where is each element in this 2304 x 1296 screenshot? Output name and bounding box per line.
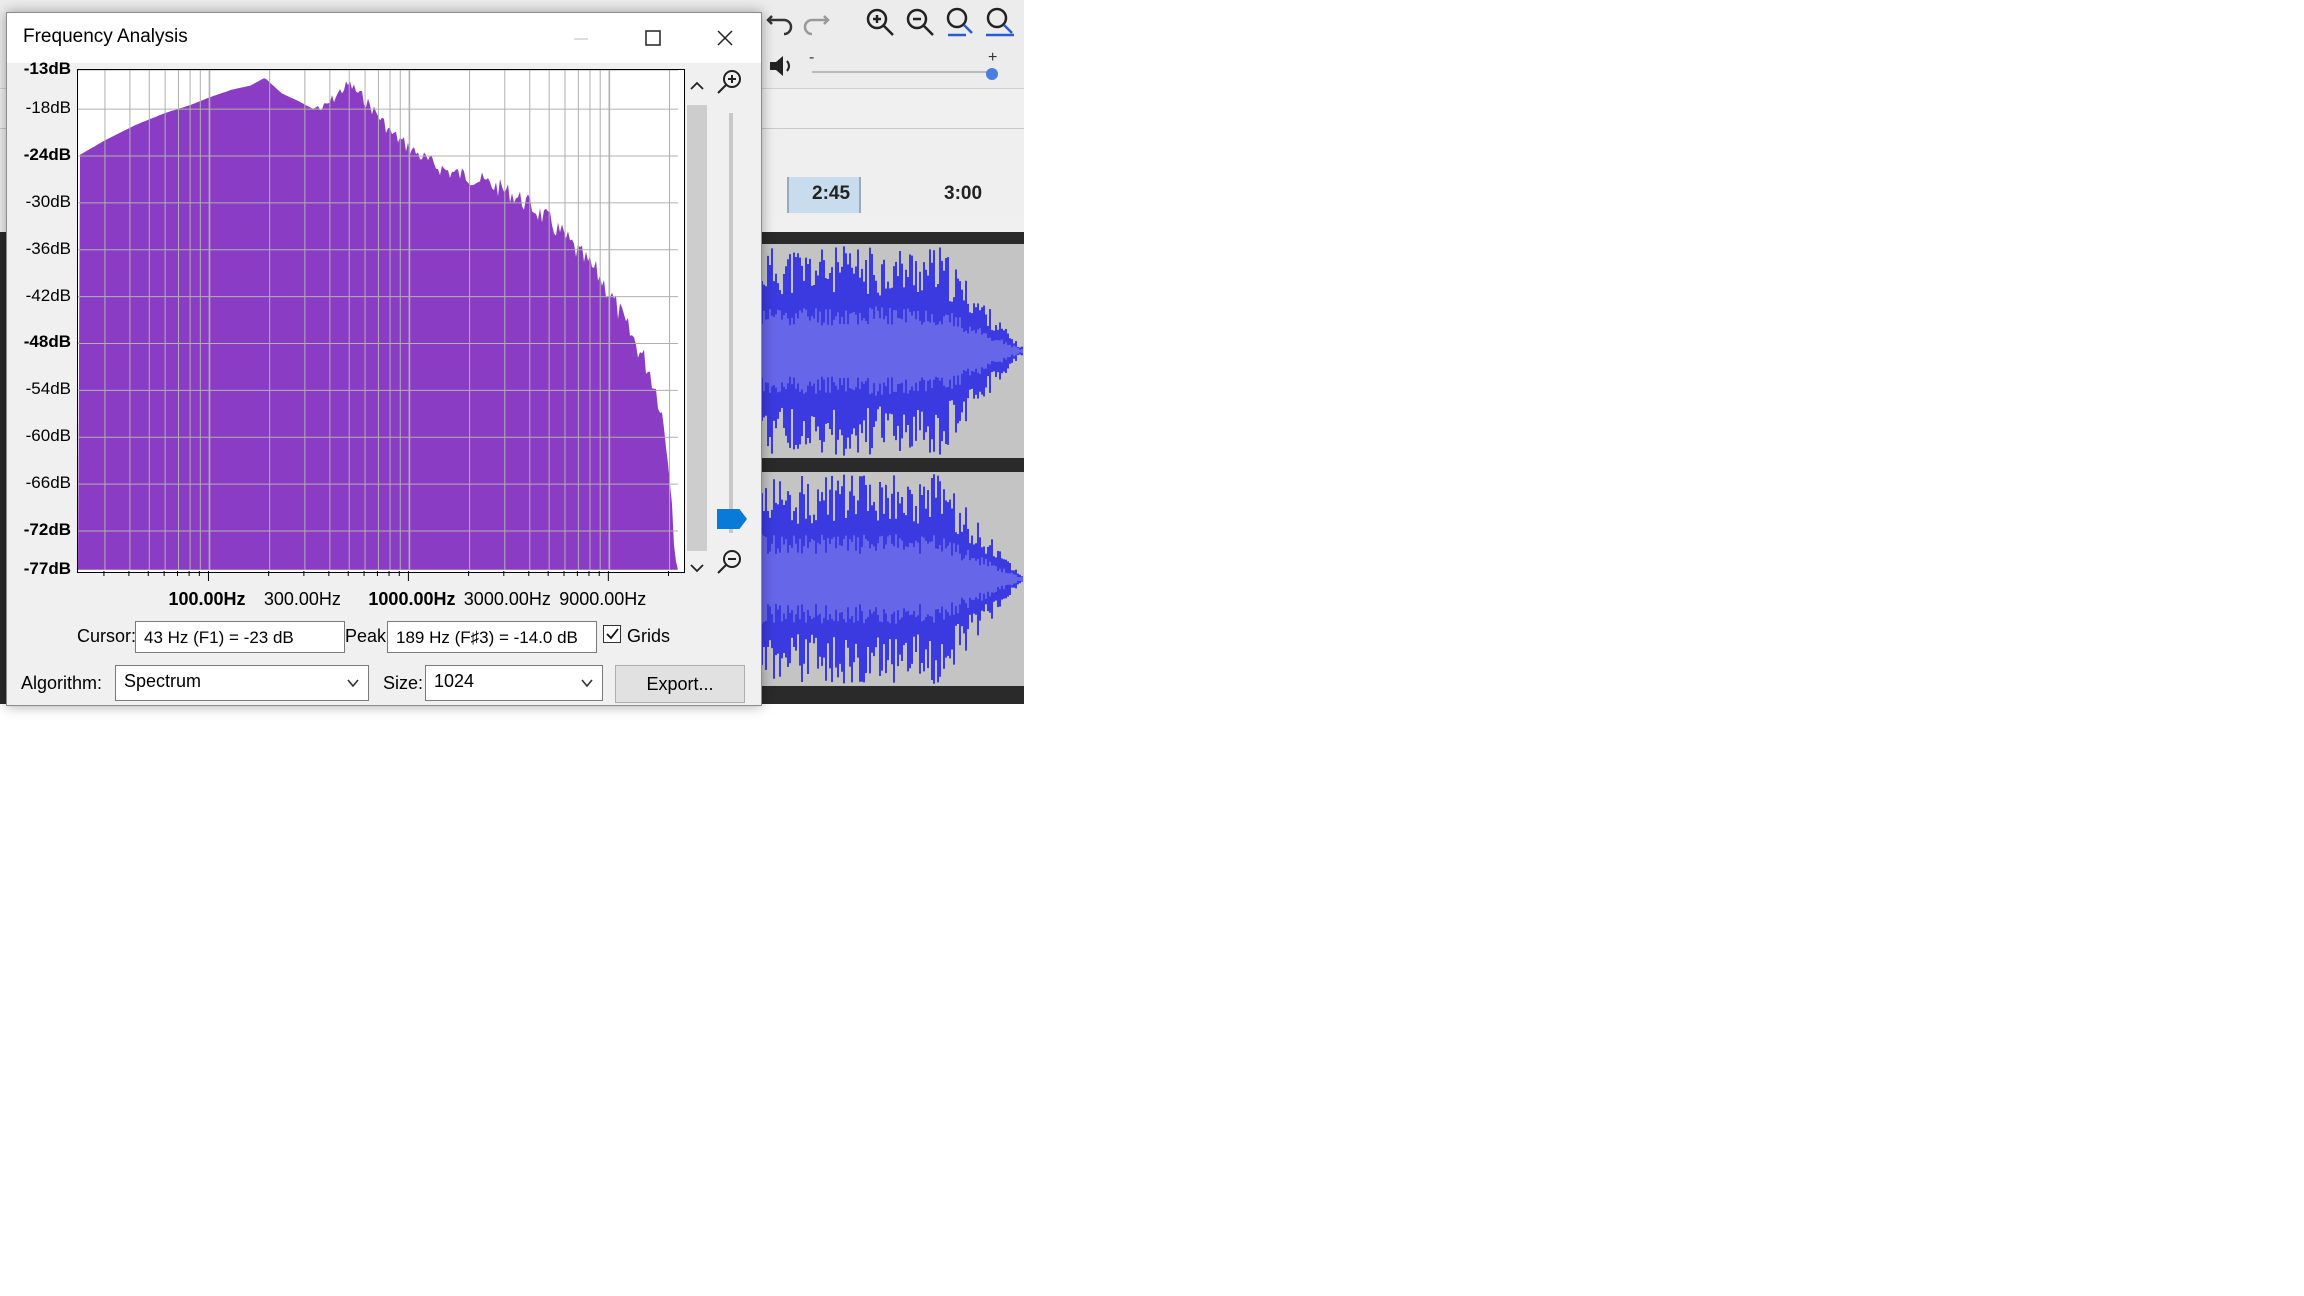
svg-text:+: + [988,50,997,66]
zoom-out-plot-icon[interactable] [715,547,745,577]
y-tick-label: -36dB [25,238,71,258]
timeline-label-1: 2:45 [812,183,851,204]
zoom-in-button[interactable] [862,4,898,40]
timeline-label-2: 3:00 [944,183,983,204]
y-tick-label: -66dB [25,473,71,493]
waveform-left [760,246,1023,456]
dialog-title: Frequency Analysis [23,26,188,47]
peak-field[interactable]: 189 Hz (F♯3) = -14.0 dB [387,621,597,653]
vertical-scrollbar[interactable] [679,69,715,585]
undo-button[interactable] [762,4,798,40]
frequency-analysis-dialog: Frequency Analysis -13dB -18dB -24dB -30dB -… [6,12,762,706]
fit-selection-button[interactable] [942,4,978,40]
x-axis-ticks [103,571,670,581]
maximize-button[interactable] [617,13,689,63]
scrollbar-thumb[interactable] [687,105,707,551]
y-tick-label: -30dB [25,191,71,211]
zoom-slider-track[interactable] [729,113,733,533]
redo-icon [803,15,830,36]
fit-project-icon [986,7,1014,37]
waveform-right [760,474,1023,684]
algorithm-label: Algorithm: [21,673,103,693]
y-tick-label: -42dB [25,285,71,305]
minimize-icon [574,38,588,40]
zoom-out-icon [906,8,934,36]
title-bar[interactable]: Frequency Analysis [7,13,761,63]
fit-project-button[interactable] [982,4,1018,40]
undo-icon [766,15,793,36]
algorithm-value: Spectrum [124,671,202,691]
close-button[interactable] [689,13,761,63]
zoom-in-icon [866,8,894,36]
chevron-down-icon [347,679,359,688]
close-icon [717,30,733,46]
x-tick-label: 1000.00Hz [368,589,456,609]
zoom-out-button[interactable] [902,4,938,40]
scroll-up-icon[interactable] [689,79,705,91]
size-value: 1024 [434,671,475,691]
algorithm-select[interactable]: Spectrum [115,665,369,701]
y-tick-label: -60dB [25,426,71,446]
zoom-in-plot-icon[interactable] [715,67,745,97]
speaker-icon [770,56,790,76]
track-waveform-left[interactable] [760,244,1024,458]
export-button[interactable]: Export... [615,665,745,703]
size-label: Size: [383,673,424,693]
maximize-icon [645,30,661,46]
checkmark-icon [606,628,619,640]
cursor-field[interactable]: 43 Hz (F1) = -23 dB [135,621,345,653]
redo-button[interactable] [798,4,834,40]
y-tick-label: -18dB [25,98,71,118]
scroll-down-icon[interactable] [689,563,705,575]
y-tick-label: -24dB [23,144,71,164]
spectrum-plot-svg [78,70,678,570]
y-tick-label: -54dB [25,379,71,399]
speed-slider[interactable]: - + [806,50,1006,84]
track-waveform-right[interactable] [760,472,1024,686]
svg-text:-: - [809,50,814,66]
y-tick-label: -48dB [23,332,71,352]
zoom-slider-thumb[interactable] [717,509,747,529]
minimize-button[interactable] [545,13,617,63]
spectrum-plot[interactable] [77,69,685,573]
peak-label: Peak: [345,626,392,646]
y-tick-label: -77dB [23,559,71,578]
size-select[interactable]: 1024 [425,665,603,701]
speaker-button[interactable] [764,48,800,84]
fit-selection-icon [946,7,973,37]
x-tick-label: 9000.00Hz [559,589,647,609]
x-tick-label: 300.00Hz [263,589,341,609]
grids-checkbox[interactable] [603,625,621,643]
x-tick-label: 100.00Hz [168,589,246,609]
grids-label: Grids [627,626,671,646]
x-tick-label: 3000.00Hz [463,589,551,609]
chevron-down-icon [581,679,593,688]
y-tick-label: -13dB [23,59,71,78]
y-tick-label: -72dB [23,519,71,539]
speed-slider-thumb[interactable] [986,68,998,80]
cursor-label: Cursor: [77,626,137,646]
